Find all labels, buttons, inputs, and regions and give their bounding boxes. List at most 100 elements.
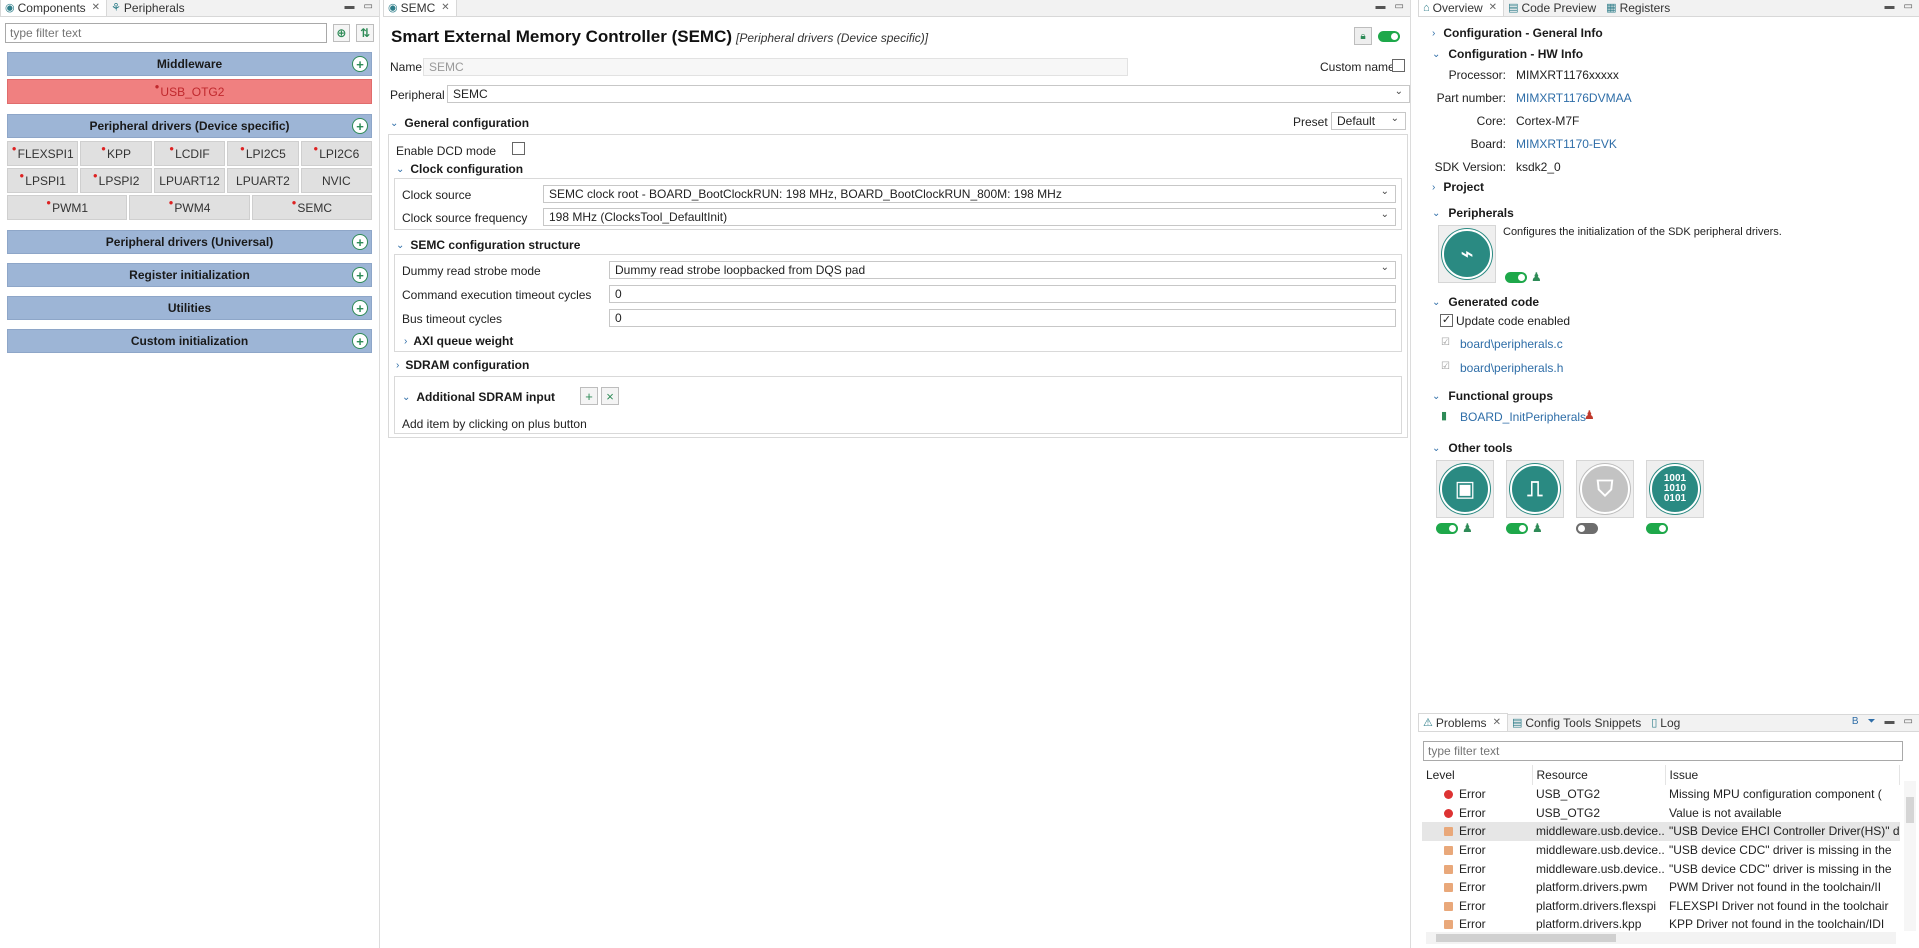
component-tile-nvic[interactable]: NVIC <box>300 168 373 193</box>
peripherals-tool-tile[interactable]: ⌁ <box>1438 225 1496 283</box>
memory-tool-toggle[interactable] <box>1646 523 1668 534</box>
trust-zone-tool-toggle[interactable] <box>1576 523 1598 534</box>
close-icon[interactable]: ✕ <box>1493 717 1501 728</box>
problems-filter-input[interactable] <box>1423 741 1903 761</box>
table-row[interactable]: Error middleware.usb.device... "USB device… <box>1422 859 1900 878</box>
generated-file-link[interactable]: board\peripherals.c <box>1460 337 1563 351</box>
other-tools-header[interactable]: ⌄ Other tools <box>1432 441 1512 455</box>
file-checkbox-icon[interactable]: ☑ <box>1441 361 1450 372</box>
add-peripheral-universal-button[interactable]: + <box>352 234 368 250</box>
lock-button[interactable]: 🔒︎ <box>1354 27 1372 45</box>
close-icon[interactable]: ✕ <box>441 2 449 13</box>
bus-timeout-input[interactable]: 0 <box>609 309 1396 327</box>
component-tile-lpspi1[interactable]: ● LPSPI1 <box>7 168 79 193</box>
minimize-icon[interactable]: ▬ <box>1885 1 1895 12</box>
add-item-button[interactable]: + <box>580 387 598 405</box>
category-utilities[interactable]: Utilities + <box>7 296 372 320</box>
generated-file-link[interactable]: board\peripherals.h <box>1460 361 1563 375</box>
hw-info-header[interactable]: ⌄ Configuration - HW Info <box>1432 47 1583 61</box>
tab-components[interactable]: ◉ Components ✕ <box>0 0 108 16</box>
preset-select[interactable]: Default ⌄ <box>1331 112 1406 130</box>
maximize-icon[interactable]: ▭ <box>1904 1 1913 12</box>
category-register-initialization[interactable]: Register initialization + <box>7 263 372 287</box>
category-middleware[interactable]: Middleware + <box>7 52 372 76</box>
add-middleware-button[interactable]: + <box>352 56 368 72</box>
custom-name-checkbox[interactable] <box>1392 59 1405 72</box>
tab-problems[interactable]: ⚠ Problems ✕ <box>1418 713 1508 731</box>
component-tile-lpspi2[interactable]: ● LPSPI2 <box>80 168 152 193</box>
axi-queue-header[interactable]: › AXI queue weight <box>404 334 513 348</box>
maximize-icon[interactable]: ▭ <box>364 1 373 12</box>
peripherals-header[interactable]: ⌄ Peripherals <box>1432 206 1514 220</box>
component-tile-lpi2c6[interactable]: ● LPI2C6 <box>300 141 373 166</box>
category-peripheral-drivers-device[interactable]: Peripheral drivers (Device specific) + <box>7 114 372 138</box>
table-row[interactable]: Error platform.drivers.flexspi FLEXSPI Dri… <box>1422 897 1900 916</box>
peripherals-enable-toggle[interactable] <box>1505 272 1527 283</box>
clocks-tool-tile[interactable]: ⎍ <box>1506 460 1564 518</box>
add-component-button[interactable]: ⊕ <box>332 24 351 42</box>
sdram-config-header[interactable]: › SDRAM configuration <box>396 358 529 372</box>
minimize-icon[interactable]: ▬ <box>1376 1 1386 12</box>
functional-group-link[interactable]: BOARD_InitPeripherals <box>1460 410 1586 424</box>
general-config-header[interactable]: ⌄ General configuration <box>390 116 529 130</box>
remove-item-button[interactable]: × <box>601 387 619 405</box>
semc-struct-header[interactable]: ⌄ SEMC configuration structure <box>396 238 580 252</box>
tab-overview[interactable]: ⌂ Overview ✕ <box>1418 0 1505 16</box>
clocks-tool-toggle[interactable] <box>1506 523 1528 534</box>
table-row[interactable]: Error middleware.usb.device... "USB device… <box>1422 841 1900 860</box>
minimize-icon[interactable]: ▬ <box>1885 716 1895 727</box>
maximize-icon[interactable]: ▭ <box>1395 1 1404 12</box>
table-row[interactable]: Error platform.drivers.kpp KPP Driver not … <box>1422 915 1900 934</box>
horizontal-scrollbar[interactable] <box>1426 932 1896 944</box>
component-tile-pwm4[interactable]: ● PWM4 <box>129 195 250 220</box>
component-tile-flexspi1[interactable]: ● FLEXSPI1 <box>7 141 79 166</box>
hw-value-link[interactable]: MIMXRT1170-EVK <box>1516 137 1617 151</box>
clock-config-header[interactable]: ⌄ Clock configuration <box>396 162 523 176</box>
functional-groups-header[interactable]: ⌄ Functional groups <box>1432 389 1553 403</box>
column-issue[interactable]: Issue <box>1665 765 1900 785</box>
column-level[interactable]: Level <box>1422 765 1533 785</box>
table-row[interactable]: Error USB_OTG2 Missing MPU configuration c… <box>1422 785 1900 804</box>
close-icon[interactable]: ✕ <box>1489 2 1497 13</box>
clock-source-select[interactable]: SEMC clock root - BOARD_BootClockRUN: 19… <box>543 185 1396 203</box>
hw-value-link[interactable]: MIMXRT1176DVMAA <box>1516 91 1632 105</box>
project-header[interactable]: › Project <box>1432 180 1484 194</box>
component-filter-input[interactable] <box>5 23 327 43</box>
category-custom-initialization[interactable]: Custom initialization + <box>7 329 372 353</box>
component-tile-lpuart12[interactable]: LPUART12 <box>153 168 226 193</box>
category-peripheral-drivers-universal[interactable]: Peripheral drivers (Universal) + <box>7 230 372 254</box>
minimize-icon[interactable]: ▬ <box>345 1 355 12</box>
component-tile-lpuart2[interactable]: LPUART2 <box>227 168 299 193</box>
enable-dcd-checkbox[interactable] <box>512 142 525 155</box>
update-code-checkbox[interactable]: ✓ <box>1440 314 1453 327</box>
peripheral-select[interactable]: SEMC ⌄ <box>447 85 1410 103</box>
close-icon[interactable]: ✕ <box>92 2 100 13</box>
component-tile-pwm1[interactable]: ● PWM1 <box>7 195 128 220</box>
tab-code-preview[interactable]: ▤ Code Preview <box>1504 0 1602 16</box>
sort-button[interactable]: ⇅ <box>356 24 374 42</box>
filter-icon[interactable]: ⏷ <box>1868 716 1876 727</box>
additional-sdram-header[interactable]: ⌄ Additional SDRAM input <box>402 390 555 404</box>
tab-peripherals[interactable]: ⚘ Peripherals <box>107 0 191 16</box>
component-tile-usb-otg2[interactable]: ● USB_OTG2 <box>7 79 372 104</box>
pins-tool-toggle[interactable] <box>1436 523 1458 534</box>
component-enable-toggle[interactable] <box>1378 30 1400 42</box>
table-row[interactable]: Error USB_OTG2 Value is not available <box>1422 804 1900 823</box>
clock-freq-select[interactable]: 198 MHz (ClocksTool_DefaultInit) ⌄ <box>543 208 1396 226</box>
add-peripheral-device-button[interactable]: + <box>352 118 368 134</box>
memory-tool-tile[interactable]: 1001 1010 0101 <box>1646 460 1704 518</box>
table-row[interactable]: Error middleware.usb.device... "USB Device… <box>1422 822 1900 841</box>
add-custom-init-button[interactable]: + <box>352 333 368 349</box>
tab-log[interactable]: ▯ Log <box>1647 714 1686 731</box>
table-row[interactable]: Error platform.drivers.pwm PWM Driver not … <box>1422 878 1900 897</box>
column-resource[interactable]: Resource <box>1532 765 1666 785</box>
cmd-timeout-input[interactable]: 0 <box>609 285 1396 303</box>
component-tile-kpp[interactable]: ● KPP <box>80 141 152 166</box>
component-tile-semc[interactable]: ● SEMC <box>251 195 372 220</box>
bold-icon[interactable]: B <box>1852 716 1859 727</box>
pins-tool-tile[interactable]: ▣ <box>1436 460 1494 518</box>
vertical-scrollbar[interactable] <box>1904 781 1916 931</box>
tab-config-tools-snippets[interactable]: ▤ Config Tools Snippets <box>1508 714 1647 731</box>
generated-code-header[interactable]: ⌄ Generated code <box>1432 295 1539 309</box>
dummy-read-select[interactable]: Dummy read strobe loopbacked from DQS pa… <box>609 261 1396 279</box>
